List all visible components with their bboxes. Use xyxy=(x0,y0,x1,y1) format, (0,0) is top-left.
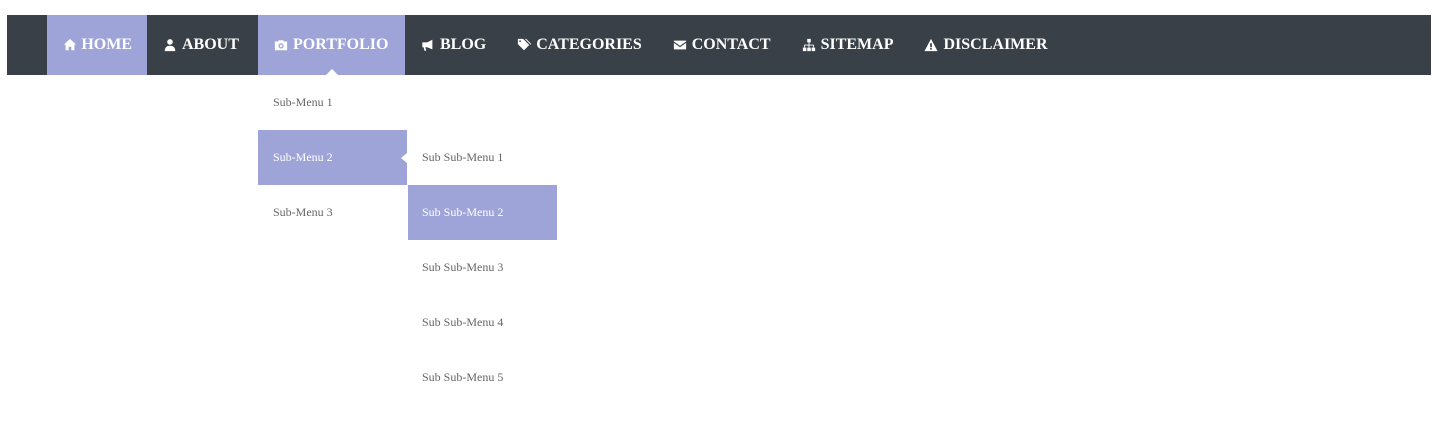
subsubmenu-item-4[interactable]: Sub Sub-Menu 4 xyxy=(408,295,557,350)
nav-item-disclaimer[interactable]: DISCLAIMER xyxy=(908,15,1062,75)
subsubmenu-item-2[interactable]: Sub Sub-Menu 2 xyxy=(408,185,557,240)
main-navbar: HOME ABOUT PORTFOLIO BLOG CATEGORIES CON… xyxy=(7,15,1431,75)
warning-icon xyxy=(923,37,939,53)
submenu-item-2[interactable]: Sub-Menu 2 xyxy=(258,130,407,185)
nav-item-label: BLOG xyxy=(440,36,487,53)
subsubmenu-item-1[interactable]: Sub Sub-Menu 1 xyxy=(408,130,557,185)
home-icon xyxy=(62,37,77,53)
subsubmenu-item-5[interactable]: Sub Sub-Menu 5 xyxy=(408,350,557,405)
subsubmenu-item-label: Sub Sub-Menu 1 xyxy=(422,150,504,164)
nav-item-about[interactable]: ABOUT xyxy=(147,15,258,75)
nav-item-blog[interactable]: BLOG xyxy=(405,15,501,75)
submenu-item-label: Sub-Menu 1 xyxy=(273,95,333,109)
tags-icon xyxy=(516,37,532,53)
submenu-item-1[interactable]: Sub-Menu 1 xyxy=(258,75,407,130)
nav-item-sitemap[interactable]: SITEMAP xyxy=(786,15,909,75)
submenu-item-3[interactable]: Sub-Menu 3 xyxy=(258,185,407,240)
bullhorn-icon xyxy=(420,37,436,53)
nav-item-portfolio[interactable]: PORTFOLIO xyxy=(258,15,405,75)
nav-item-contact[interactable]: CONTACT xyxy=(657,15,786,75)
submenu-item-label: Sub-Menu 3 xyxy=(273,205,333,219)
subsubmenu-item-label: Sub Sub-Menu 4 xyxy=(422,315,504,329)
subsubmenu-item-label: Sub Sub-Menu 2 xyxy=(422,205,504,219)
sitemap-icon xyxy=(801,37,817,53)
envelope-icon xyxy=(672,37,688,53)
subsubmenu-item-label: Sub Sub-Menu 5 xyxy=(422,370,504,384)
nav-item-label: CATEGORIES xyxy=(536,36,642,53)
active-caret xyxy=(401,152,407,163)
portfolio-submenu: Sub-Menu 1 Sub-Menu 2 Sub-Menu 3 xyxy=(258,75,407,240)
subsubmenu-item-3[interactable]: Sub Sub-Menu 3 xyxy=(408,240,557,295)
nav-item-home[interactable]: HOME xyxy=(47,15,147,75)
nav-item-label: CONTACT xyxy=(691,36,771,53)
nav-item-label: PORTFOLIO xyxy=(293,36,389,53)
submenu-item-label: Sub-Menu 2 xyxy=(273,150,333,164)
nav-list: HOME ABOUT PORTFOLIO BLOG CATEGORIES CON… xyxy=(47,15,1063,75)
nav-item-label: DISCLAIMER xyxy=(943,36,1048,53)
user-icon xyxy=(162,37,178,53)
nav-item-label: HOME xyxy=(81,36,132,53)
subsubmenu-item-label: Sub Sub-Menu 3 xyxy=(422,260,504,274)
camera-icon xyxy=(273,37,289,53)
nav-item-label: ABOUT xyxy=(182,36,239,53)
sub-submenu: Sub Sub-Menu 1 Sub Sub-Menu 2 Sub Sub-Me… xyxy=(408,130,557,405)
nav-item-categories[interactable]: CATEGORIES xyxy=(501,15,657,75)
nav-item-label: SITEMAP xyxy=(820,36,894,53)
